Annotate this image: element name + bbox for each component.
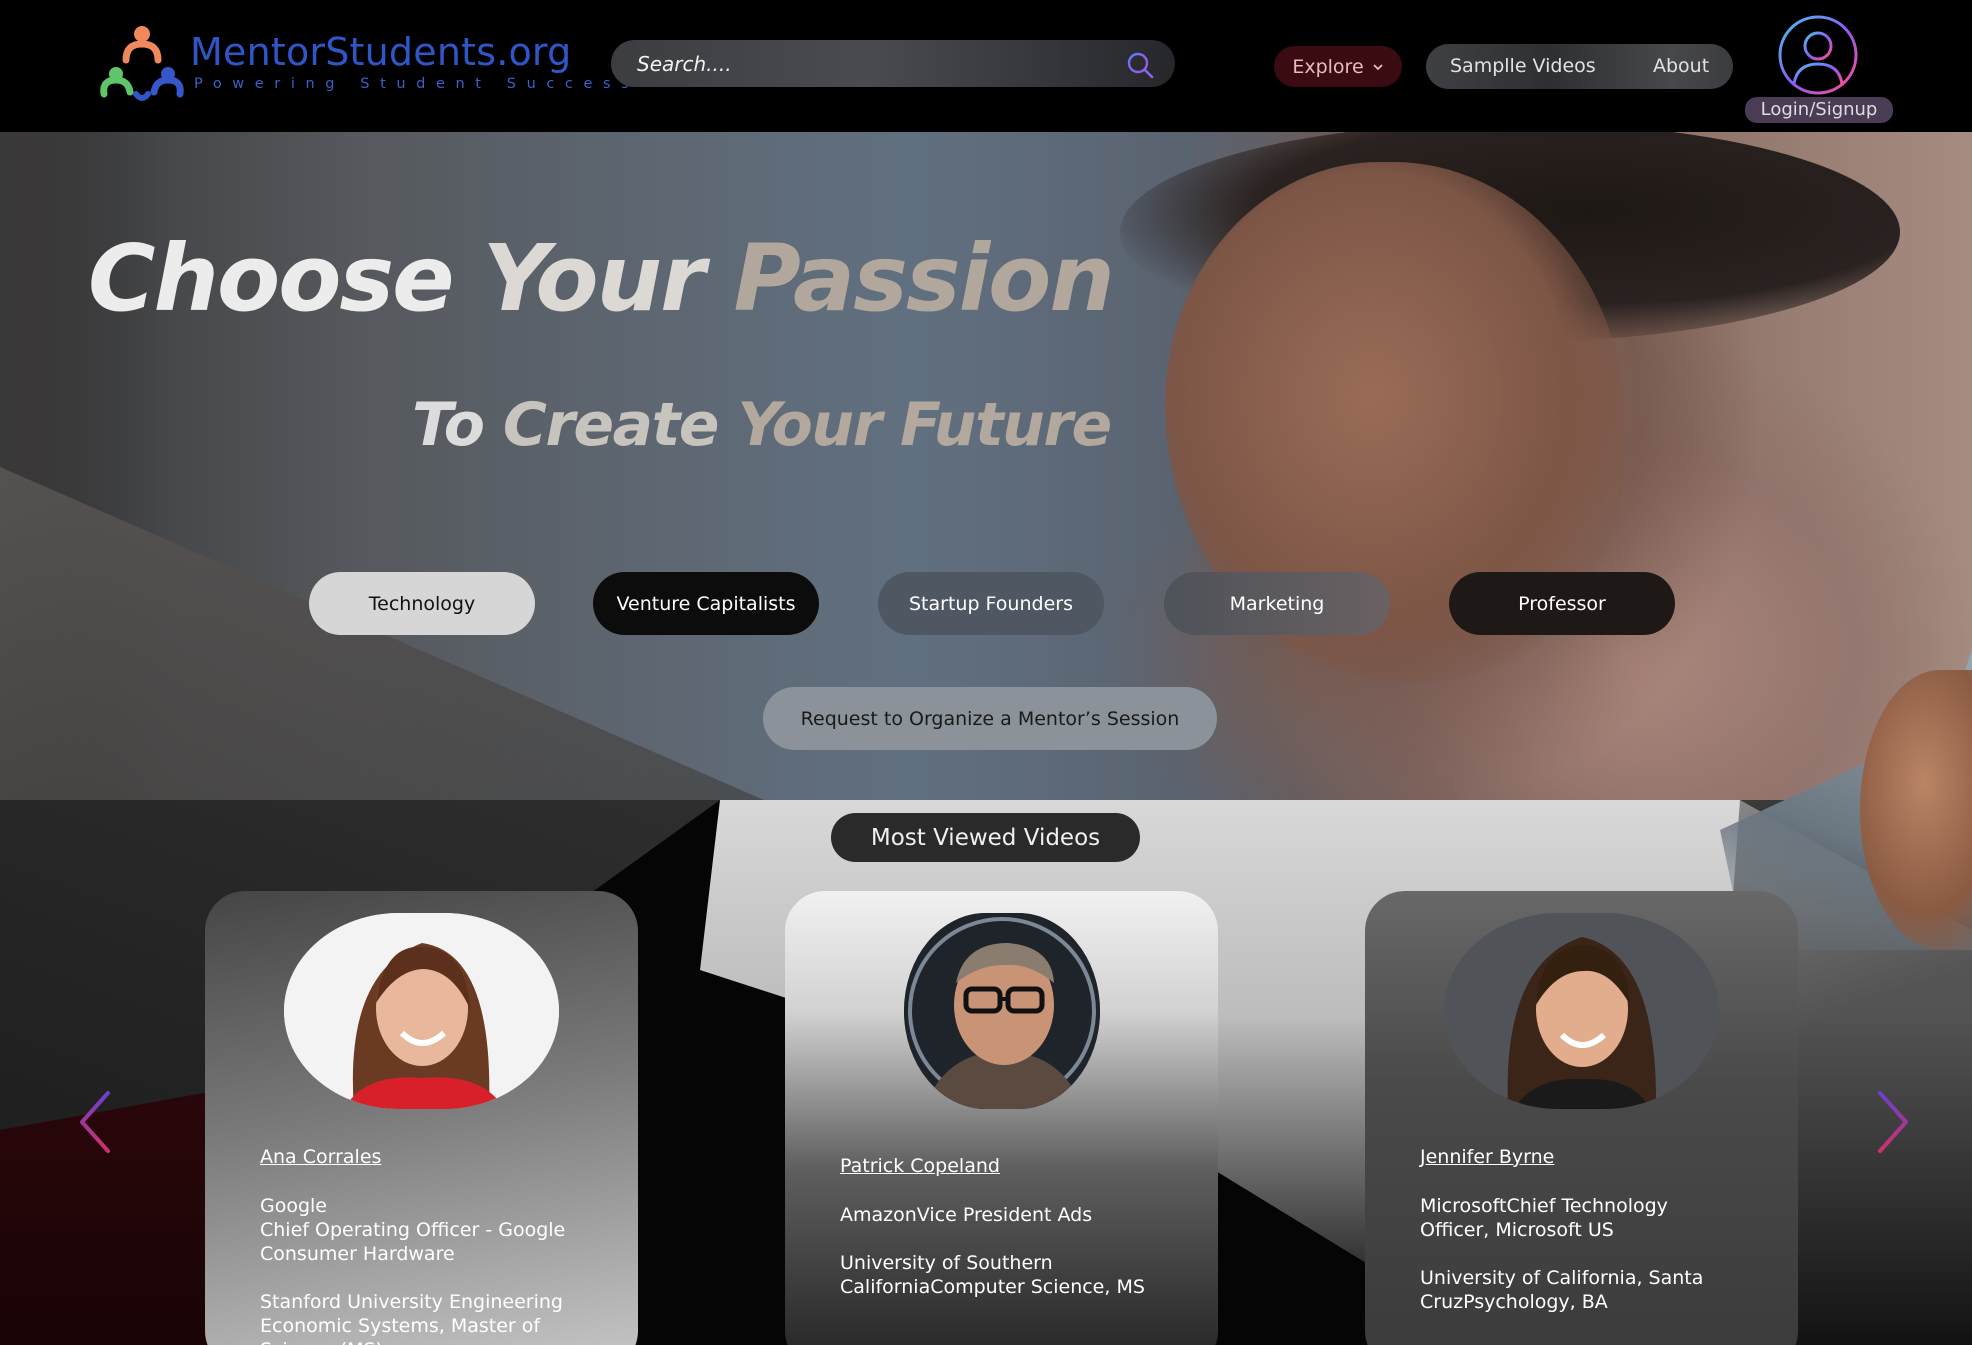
nav-links-group: Samplle Videos About <box>1426 44 1733 89</box>
category-marketing[interactable]: Marketing <box>1164 572 1390 635</box>
most-viewed-heading: Most Viewed Videos <box>831 813 1140 862</box>
mentor-photo <box>1444 913 1719 1109</box>
login-signup-button[interactable]: Login/Signup <box>1745 97 1893 123</box>
brand-name: MentorStudents.org <box>190 30 572 74</box>
mentor-name-link[interactable]: Ana Corrales <box>260 1146 381 1168</box>
mentor-education: University of Southern CaliforniaCompute… <box>840 1252 1145 1298</box>
mentor-name-link[interactable]: Patrick Copeland <box>840 1155 1000 1177</box>
sample-videos-link[interactable]: Samplle Videos <box>1450 55 1596 77</box>
hero-title: Choose Your Passion <box>88 225 1115 332</box>
chevron-right-icon[interactable] <box>1872 1089 1912 1155</box>
chevron-down-icon <box>1373 63 1383 70</box>
logo-people-icon <box>100 26 184 101</box>
mentor-portrait-patrick <box>904 913 1100 1109</box>
category-technology[interactable]: Technology <box>309 572 535 635</box>
mentor-name-link[interactable]: Jennifer Byrne <box>1420 1146 1554 1168</box>
mentor-portrait-ana <box>284 913 559 1109</box>
hero-banner: Choose Your Passion To Create Your Futur… <box>0 132 1972 800</box>
mentor-card[interactable]: Patrick Copeland AmazonVice President Ad… <box>785 891 1218 1345</box>
category-professor[interactable]: Professor <box>1449 572 1675 635</box>
search-icon[interactable] <box>1125 50 1155 80</box>
mentor-photo <box>284 913 559 1109</box>
explore-label: Explore <box>1292 55 1364 78</box>
about-link[interactable]: About <box>1653 55 1709 77</box>
request-session-button[interactable]: Request to Organize a Mentor’s Session <box>763 687 1217 750</box>
mentor-education: University of California, Santa CruzPsyc… <box>1420 1267 1704 1313</box>
brand-tagline: Powering Student Success <box>194 76 640 92</box>
mentor-role: AmazonVice President Ads <box>840 1204 1093 1226</box>
mentor-role: MicrosoftChief Technology Officer, Micro… <box>1420 1195 1668 1241</box>
mentor-photo <box>904 913 1100 1109</box>
chevron-left-icon[interactable] <box>76 1089 116 1155</box>
site-logo[interactable]: MentorStudents.org Powering Student Succ… <box>96 20 629 110</box>
mentor-card[interactable]: Ana Corrales Google Chief Operating Offi… <box>205 891 638 1345</box>
mentor-portrait-jennifer <box>1444 913 1719 1109</box>
explore-dropdown[interactable]: Explore <box>1274 46 1402 87</box>
mentor-role: Google Chief Operating Officer - Google … <box>260 1195 566 1265</box>
mentor-education: Stanford University Engineering Economic… <box>260 1291 563 1345</box>
search-input[interactable] <box>637 40 1107 87</box>
category-startup-founders[interactable]: Startup Founders <box>878 572 1104 635</box>
user-avatar-icon[interactable] <box>1777 14 1859 96</box>
top-navbar: MentorStudents.org Powering Student Succ… <box>0 0 1972 132</box>
mentor-card[interactable]: Jennifer Byrne MicrosoftChief Technology… <box>1365 891 1798 1345</box>
search-bar <box>611 40 1175 87</box>
category-venture-capitalists[interactable]: Venture Capitalists <box>593 572 819 635</box>
hero-subtitle: To Create Your Future <box>412 390 1112 460</box>
